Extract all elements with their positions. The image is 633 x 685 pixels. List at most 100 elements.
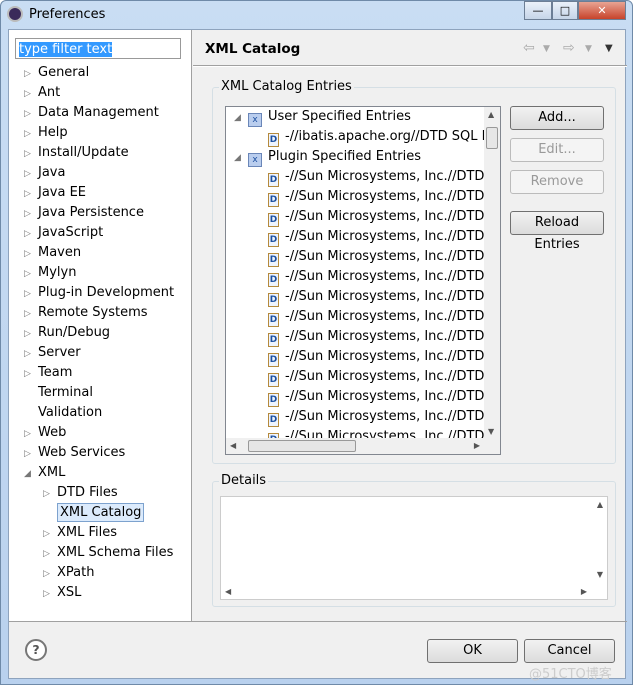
entry-label: -//Sun Microsystems, Inc.//DTD J2 (285, 289, 501, 304)
reload-entries-button[interactable]: Reload Entries (510, 211, 604, 252)
tree-item[interactable]: ▷ General (24, 63, 89, 83)
tree-item[interactable]: ▷ Remote Systems (24, 303, 148, 323)
tree-item[interactable]: ◢ XML (24, 463, 65, 483)
catalog-entry[interactable]: D -//Sun Microsystems, Inc.//DTD C (268, 167, 498, 187)
view-menu-icon[interactable]: ▼ (605, 43, 613, 54)
tree-item-label: Mylyn (38, 265, 77, 280)
details-textarea[interactable]: ▲ ▼ ◀ ▶ (220, 496, 608, 600)
preference-tree-pane: type filter text ▷ General ▷ Ant ▷ Data Manag… (9, 30, 192, 621)
tree-item[interactable]: Terminal (24, 383, 93, 403)
expand-arrow-icon[interactable]: ▷ (24, 64, 38, 84)
back-icon[interactable]: ⇦ (523, 40, 535, 56)
dtd-file-icon: D (268, 193, 279, 207)
remove-button[interactable]: Remove (510, 170, 604, 194)
expand-arrow-icon[interactable]: ▷ (24, 184, 38, 204)
expand-arrow-icon[interactable]: ▷ (24, 104, 38, 124)
collapse-arrow-icon[interactable]: ◢ (234, 148, 248, 168)
tree-item[interactable]: ▷ XML Schema Files (43, 543, 173, 563)
tree-item[interactable]: ▷ Web (24, 423, 66, 443)
catalog-entry[interactable]: D -//Sun Microsystems, Inc.//DTD JS (268, 407, 500, 427)
catalog-entry[interactable]: D -//Sun Microsystems, Inc.//DTD E (268, 207, 497, 227)
catalog-entry[interactable]: D -//Sun Microsystems, Inc.//DTD Ja (268, 347, 500, 367)
expand-arrow-icon[interactable]: ▷ (43, 564, 57, 584)
tree-item[interactable]: ▷ DTD Files (43, 483, 118, 503)
filter-input[interactable]: type filter text (15, 38, 181, 59)
forward-menu-icon[interactable]: ▼ (585, 44, 592, 54)
expand-arrow-icon[interactable]: ▷ (24, 424, 38, 444)
expand-arrow-icon[interactable]: ▷ (43, 524, 57, 544)
expand-arrow-icon[interactable]: ▷ (24, 84, 38, 104)
ok-button[interactable]: OK (427, 639, 518, 663)
catalog-entries-tree[interactable]: ◢ x User Specified Entries D -//ibatis.apach… (225, 106, 501, 455)
tree-item[interactable]: ▷ Ant (24, 83, 60, 103)
catalog-entry[interactable]: D -//ibatis.apache.org//DTD SQL M (268, 127, 493, 147)
tree-item[interactable]: ▷ Team (24, 363, 72, 383)
expand-arrow-icon[interactable]: ▷ (24, 364, 38, 384)
help-icon[interactable]: ? (25, 639, 47, 661)
expand-arrow-icon[interactable]: ▷ (24, 224, 38, 244)
expand-arrow-icon[interactable]: ▷ (24, 304, 38, 324)
tree-item-label: Validation (38, 405, 103, 420)
expand-arrow-icon[interactable]: ▷ (24, 244, 38, 264)
tree-item[interactable]: ▷ XPath (43, 563, 94, 583)
edit-button[interactable]: Edit... (510, 138, 604, 162)
expand-arrow-icon[interactable]: ▷ (24, 344, 38, 364)
collapse-arrow-icon[interactable]: ◢ (24, 464, 38, 484)
add-button[interactable]: Add... (510, 106, 604, 130)
forward-icon[interactable]: ⇨ (563, 40, 575, 56)
hscroll-thumb[interactable] (248, 440, 356, 452)
entry-label: -//Sun Microsystems, Inc.//DTD J2 (285, 329, 501, 344)
entry-group[interactable]: ◢ x User Specified Entries (234, 107, 411, 127)
close-button[interactable]: ✕ (578, 1, 626, 20)
expand-arrow-icon[interactable]: ▷ (24, 204, 38, 224)
scroll-thumb[interactable] (486, 127, 498, 149)
horizontal-scrollbar[interactable]: ◀ ▶ (226, 438, 500, 454)
tree-item-selected[interactable]: XML Catalog (43, 503, 145, 523)
vertical-scrollbar[interactable]: ▲ ▼ (484, 107, 500, 438)
tree-item[interactable]: ▷ Server (24, 343, 81, 363)
tree-item[interactable]: ▷ JavaScript (24, 223, 103, 243)
tree-item-label: XSL (57, 585, 82, 600)
catalog-entry[interactable]: D -//Sun Microsystems, Inc.//DTD JS (268, 387, 500, 407)
minimize-button[interactable]: — (524, 1, 552, 20)
tree-item[interactable]: ▷ Maven (24, 243, 81, 263)
expand-arrow-icon[interactable]: ▷ (24, 284, 38, 304)
expand-arrow-icon[interactable]: ▷ (24, 444, 38, 464)
expand-arrow-icon[interactable]: ▷ (24, 264, 38, 284)
cancel-button[interactable]: Cancel (524, 639, 615, 663)
tree-item[interactable]: ▷ Plug-in Development (24, 283, 174, 303)
maximize-button[interactable]: □ (552, 1, 578, 20)
catalog-entry[interactable]: D -//Sun Microsystems, Inc.//DTD Fa (268, 247, 500, 267)
tree-item[interactable]: ▷ Web Services (24, 443, 125, 463)
tree-item[interactable]: ▷ Java EE (24, 183, 86, 203)
catalog-entry[interactable]: D -//Sun Microsystems, Inc.//DTD J2 (268, 327, 501, 347)
entry-group[interactable]: ◢ x Plugin Specified Entries (234, 147, 421, 167)
expand-arrow-icon[interactable]: ▷ (43, 484, 57, 504)
catalog-entry[interactable]: D -//Sun Microsystems, Inc.//DTD Ja (268, 367, 500, 387)
expand-arrow-icon[interactable]: ▷ (24, 124, 38, 144)
expand-arrow-icon[interactable]: ▷ (24, 164, 38, 184)
catalog-entry[interactable]: D -//Sun Microsystems, Inc.//DTD Fa (268, 227, 500, 247)
tree-item[interactable]: Validation (24, 403, 102, 423)
tree-item[interactable]: ▷ Mylyn (24, 263, 76, 283)
tree-item[interactable]: ▷ Java (24, 163, 65, 183)
tree-item[interactable]: ▷ Run/Debug (24, 323, 110, 343)
catalog-entry[interactable]: D -//Sun Microsystems, Inc.//DTD J2 (268, 287, 501, 307)
catalog-entry[interactable]: D -//Sun Microsystems, Inc.//DTD E (268, 187, 497, 207)
dtd-file-icon: D (268, 393, 279, 407)
tree-item[interactable]: ▷ Data Management (24, 103, 159, 123)
collapse-arrow-icon[interactable]: ◢ (234, 108, 248, 128)
back-menu-icon[interactable]: ▼ (543, 44, 550, 54)
expand-arrow-icon[interactable]: ▷ (43, 584, 57, 604)
tree-item[interactable]: ▷ Install/Update (24, 143, 129, 163)
tree-item[interactable]: ▷ Java Persistence (24, 203, 144, 223)
tree-item[interactable]: ▷ XSL (43, 583, 81, 603)
catalog-entry[interactable]: D -//Sun Microsystems, Inc.//DTD J2 (268, 267, 500, 287)
tree-item[interactable]: ▷ Help (24, 123, 68, 143)
expand-arrow-icon[interactable]: ▷ (43, 544, 57, 564)
tree-item[interactable]: ▷ XML Files (43, 523, 117, 543)
expand-arrow-icon[interactable]: ▷ (24, 144, 38, 164)
entry-label: -//Sun Microsystems, Inc.//DTD C (285, 169, 498, 184)
catalog-entry[interactable]: D -//Sun Microsystems, Inc.//DTD J2 (268, 307, 500, 327)
expand-arrow-icon[interactable]: ▷ (24, 324, 38, 344)
